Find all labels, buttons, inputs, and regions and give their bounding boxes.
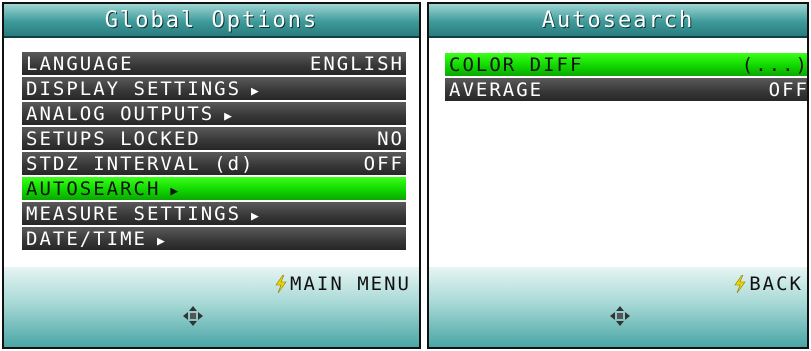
main-menu-softkey[interactable]: MAIN MENU	[274, 273, 411, 295]
lightning-bolt-icon	[275, 275, 287, 293]
menu-item-label: LANGUAGE	[26, 52, 134, 75]
menu-item-value: ENGLISH	[309, 52, 404, 75]
menu-item-label: ANALOG OUTPUTS ▶	[26, 102, 232, 125]
menu-item-color-diff[interactable]: COLOR DIFF (...)	[445, 53, 809, 76]
dpad-icon[interactable]	[609, 305, 631, 327]
menu-item-display-settings[interactable]: DISPLAY SETTINGS ▶	[22, 77, 406, 100]
softkey-bar: MAIN MENU	[4, 267, 419, 347]
menu-item-language[interactable]: LANGUAGE ENGLISH	[22, 52, 406, 75]
menu-item-stdz-interval[interactable]: STDZ INTERVAL (d) OFF	[22, 152, 406, 175]
menu-item-label: STDZ INTERVAL (d)	[26, 152, 255, 175]
lightning-bolt-icon	[734, 275, 746, 293]
menu-item-label: DATE/TIME ▶	[26, 227, 165, 250]
autosearch-screen: Autosearch COLOR DIFF (...) AVERAGE OFF …	[427, 2, 809, 349]
submenu-arrow-icon: ▶	[156, 233, 165, 249]
menu-item-label: DISPLAY SETTINGS ▶	[26, 77, 259, 100]
menu-item-setups-locked[interactable]: SETUPS LOCKED NO	[22, 127, 406, 150]
menu-item-label: AUTOSEARCH ▶	[26, 177, 179, 200]
submenu-arrow-icon: ▶	[251, 208, 259, 224]
screen-title: Autosearch	[429, 4, 807, 38]
menu-item-value: OFF	[768, 78, 809, 101]
menu-item-value: NO	[377, 127, 404, 150]
menu-item-value: (...)	[741, 53, 809, 76]
global-options-screen: Global Options LANGUAGE ENGLISH DISPLAY …	[2, 2, 421, 349]
menu-item-analog-outputs[interactable]: ANALOG OUTPUTS ▶	[22, 102, 406, 125]
menu-item-measure-settings[interactable]: MEASURE SETTINGS ▶	[22, 202, 406, 225]
submenu-arrow-icon: ▶	[251, 83, 259, 99]
menu-item-average[interactable]: AVERAGE OFF	[445, 78, 809, 101]
back-softkey[interactable]: BACK	[733, 273, 803, 295]
submenu-arrow-icon: ▶	[170, 183, 179, 199]
menu-item-label: MEASURE SETTINGS ▶	[26, 202, 259, 225]
menu-item-label: SETUPS LOCKED	[26, 127, 201, 150]
menu-item-value: OFF	[363, 152, 404, 175]
dpad-icon[interactable]	[182, 305, 204, 327]
softkey-bar: BACK	[429, 267, 807, 347]
softkey-label: BACK	[749, 273, 803, 295]
screen-title: Global Options	[4, 4, 419, 38]
submenu-arrow-icon: ▶	[224, 108, 232, 124]
menu-item-autosearch[interactable]: AUTOSEARCH ▶	[22, 177, 406, 200]
menu-item-date-time[interactable]: DATE/TIME ▶	[22, 227, 406, 250]
global-options-menu: LANGUAGE ENGLISH DISPLAY SETTINGS ▶ ANALO…	[22, 52, 406, 252]
softkey-label: MAIN MENU	[290, 273, 411, 295]
menu-item-label: COLOR DIFF	[449, 53, 584, 76]
menu-item-label: AVERAGE	[449, 78, 544, 101]
autosearch-menu: COLOR DIFF (...) AVERAGE OFF	[445, 53, 809, 103]
